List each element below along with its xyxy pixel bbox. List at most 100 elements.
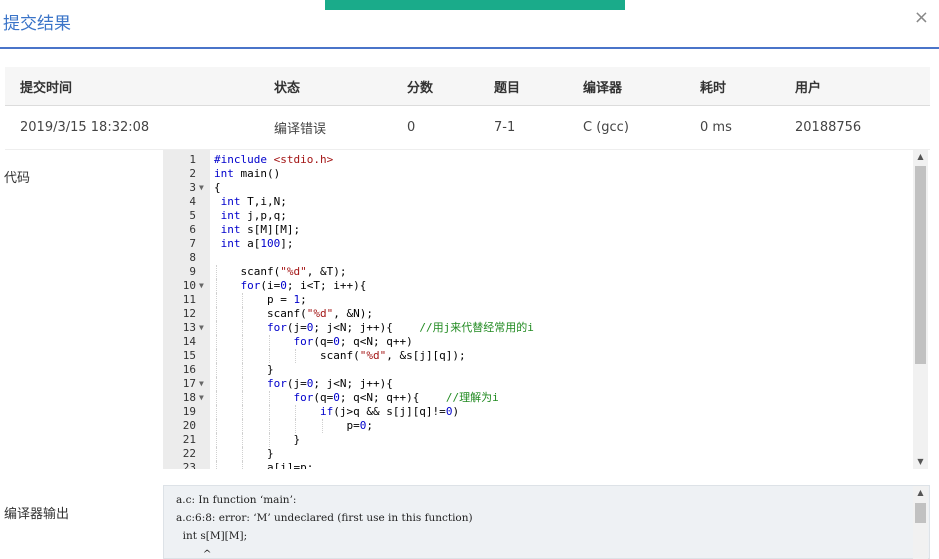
output-line: int s[M][M];: [176, 530, 248, 542]
code-scrollbar[interactable]: ▲ ▼: [913, 150, 928, 469]
line-number: 15: [182, 349, 196, 362]
cell-score: 0: [407, 120, 416, 135]
code-line: 13 ▼ for(j=0; j<N; j++){ //用j来代替经常用的i: [163, 321, 743, 335]
code-text: int T,i,N;: [220, 195, 287, 208]
line-number: 14: [182, 335, 196, 348]
code-line: 8: [163, 251, 743, 265]
code-text: for(q=0; q<N; q++): [293, 335, 413, 348]
code-line: 10 ▼ for(i=0; i<T; i++){: [163, 279, 743, 293]
line-number: 23: [182, 461, 196, 469]
dialog-title: 提交结果: [3, 14, 71, 34]
output-scrollbar[interactable]: ▲: [913, 486, 928, 559]
line-number: 11: [182, 293, 196, 306]
code-line: 6 int s[M][M];: [163, 223, 743, 237]
caret-up-icon[interactable]: ▲: [913, 486, 928, 500]
code-line: 7 int a[100];: [163, 237, 743, 251]
chevron-down-icon[interactable]: ▼: [199, 181, 204, 195]
code-line: 17 ▼ for(j=0; j<N; j++){: [163, 377, 743, 391]
code-line: 2 int main(): [163, 167, 743, 181]
code-text: }: [214, 363, 274, 376]
compiler-output-label: 编译器输出: [4, 507, 70, 522]
submission-table: 提交时间 状态 分数 题目 编译器 耗时 用户 2019/3/15 18:32:…: [5, 67, 930, 150]
code-line: 18 ▼ for(q=0; q<N; q++){ //理解为i: [163, 391, 743, 405]
line-number: 2: [189, 167, 196, 180]
code-line: 12 scanf("%d", &N);: [163, 307, 743, 321]
line-number: 8: [189, 251, 196, 264]
header-elapsed: 耗时: [700, 80, 727, 96]
dialog-header: 提交结果 ×: [0, 0, 939, 49]
code-editor[interactable]: 1 #include <stdio.h> 2 int main() 3 ▼{4 int T…: [163, 150, 743, 469]
code-text: for(q=0; q<N; q++){ //理解为i: [293, 391, 499, 404]
close-icon[interactable]: ×: [914, 7, 929, 28]
output-line: ^: [176, 548, 212, 559]
line-number: 5: [189, 209, 196, 222]
code-text: #include <stdio.h>: [214, 153, 334, 166]
code-line: 4 int T,i,N;: [163, 195, 743, 209]
line-number: 20: [182, 419, 196, 432]
line-number: 7: [189, 237, 196, 250]
table-header: 提交时间 状态 分数 题目 编译器 耗时 用户: [5, 67, 930, 106]
code-line: 16 }: [163, 363, 743, 377]
cell-problem-link[interactable]: 7-1: [494, 106, 515, 149]
output-line: a.c:6:8: error: ‘M’ undeclared (first us…: [176, 512, 473, 524]
code-text: for(j=0; j<N; j++){: [266, 377, 393, 390]
code-text: {: [214, 181, 221, 194]
code-text: }: [214, 433, 301, 446]
code-text: int main(): [214, 167, 281, 180]
code-line: 21 }: [163, 433, 743, 447]
line-number: 12: [182, 307, 196, 320]
header-compiler: 编译器: [583, 80, 623, 96]
header-problem: 题目: [494, 80, 521, 96]
code-text: scanf("%d", &s[j][q]);: [214, 349, 466, 362]
line-number: 22: [182, 447, 196, 460]
cell-user: 20188756: [795, 120, 862, 135]
caret-up-icon[interactable]: ▲: [913, 150, 928, 164]
code-line: 9 scanf("%d", &T);: [163, 265, 743, 279]
line-number: 9: [189, 265, 196, 278]
line-number: 4: [189, 195, 196, 208]
cell-status-link[interactable]: 编译错误: [274, 106, 326, 149]
code-text: int a[100];: [220, 237, 294, 250]
cell-elapsed: 0 ms: [700, 120, 732, 135]
code-label: 代码: [4, 171, 31, 186]
header-user: 用户: [795, 80, 822, 96]
code-line: 15 scanf("%d", &s[j][q]);: [163, 349, 743, 363]
code-text: }: [214, 447, 274, 460]
line-number: 18: [182, 391, 196, 404]
output-scrollbar-thumb[interactable]: [915, 503, 926, 523]
line-number: 21: [182, 433, 196, 446]
code-text: p = 1;: [214, 293, 307, 306]
code-text: p=0;: [214, 419, 373, 432]
code-line: 20 p=0;: [163, 419, 743, 433]
line-number: 6: [189, 223, 196, 236]
cell-submit-time: 2019/3/15 18:32:08: [20, 120, 150, 135]
chevron-down-icon[interactable]: ▼: [199, 321, 204, 335]
chevron-down-icon[interactable]: ▼: [199, 391, 204, 405]
code-text: if(j>q && s[j][q]!=0): [319, 405, 460, 418]
caret-down-icon[interactable]: ▼: [913, 455, 928, 469]
code-line: 14 for(q=0; q<N; q++): [163, 335, 743, 349]
code-line: 3 ▼ {: [163, 181, 743, 195]
code-line: 19 if(j>q && s[j][q]!=0): [163, 405, 743, 419]
table-row: 2019/3/15 18:32:08 编译错误 0 7-1 C (gcc) 0 …: [5, 106, 930, 150]
code-line: 5 int j,p,q;: [163, 209, 743, 223]
code-text: scanf("%d", &N);: [214, 307, 373, 320]
code-line: 1 #include <stdio.h>: [163, 153, 743, 167]
code-text: for(i=0; i<T; i++){: [240, 279, 367, 292]
code-line: 11 p = 1;: [163, 293, 743, 307]
compiler-output[interactable]: a.c: In function ‘main’: a.c:6:8: error: …: [163, 485, 930, 559]
code-scrollbar-thumb[interactable]: [915, 166, 926, 364]
code-text: a[i]=p;: [214, 461, 314, 469]
chevron-down-icon[interactable]: ▼: [199, 279, 204, 293]
code-text: int j,p,q;: [220, 209, 287, 222]
header-score: 分数: [407, 80, 434, 96]
line-number: 16: [182, 363, 196, 376]
line-number: 3: [189, 181, 196, 194]
code-text: for(j=0; j<N; j++){ //用j来代替经常用的i: [266, 321, 534, 334]
code-line: 23 a[i]=p;: [163, 461, 743, 469]
header-status: 状态: [274, 80, 301, 96]
chevron-down-icon[interactable]: ▼: [199, 377, 204, 391]
code-text: scanf("%d", &T);: [214, 265, 347, 278]
code-text: int s[M][M];: [220, 223, 301, 236]
line-number: 17: [182, 377, 196, 390]
